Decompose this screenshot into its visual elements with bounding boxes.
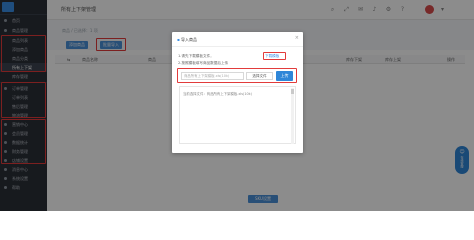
close-icon[interactable]: × bbox=[295, 36, 299, 41]
import-goods-dialog: ▪ 导入商品 × 1.请先下载模板文件， 下载模板 2.按照模板填写商品数据后上… bbox=[172, 32, 303, 153]
dialog-title-icon: ▪ bbox=[177, 37, 180, 42]
step-one-text: 1.请先下载模板文件， bbox=[178, 54, 214, 58]
highlight-box bbox=[177, 68, 297, 83]
upload-result-text: 当前选择文件：商品所有上下架模板.xls(10k) bbox=[183, 92, 252, 96]
scrollbar-thumb[interactable] bbox=[291, 89, 294, 94]
step-two-text: 2.按照模板填写商品数据后上传 bbox=[178, 61, 229, 65]
scrollbar-track[interactable] bbox=[291, 88, 294, 144]
highlight-box bbox=[263, 52, 286, 60]
dialog-title: ▪ 导入商品 bbox=[177, 37, 197, 42]
upload-result-area: 当前选择文件：商品所有上下架模板.xls(10k) bbox=[179, 86, 296, 144]
dialog-divider bbox=[172, 46, 303, 47]
